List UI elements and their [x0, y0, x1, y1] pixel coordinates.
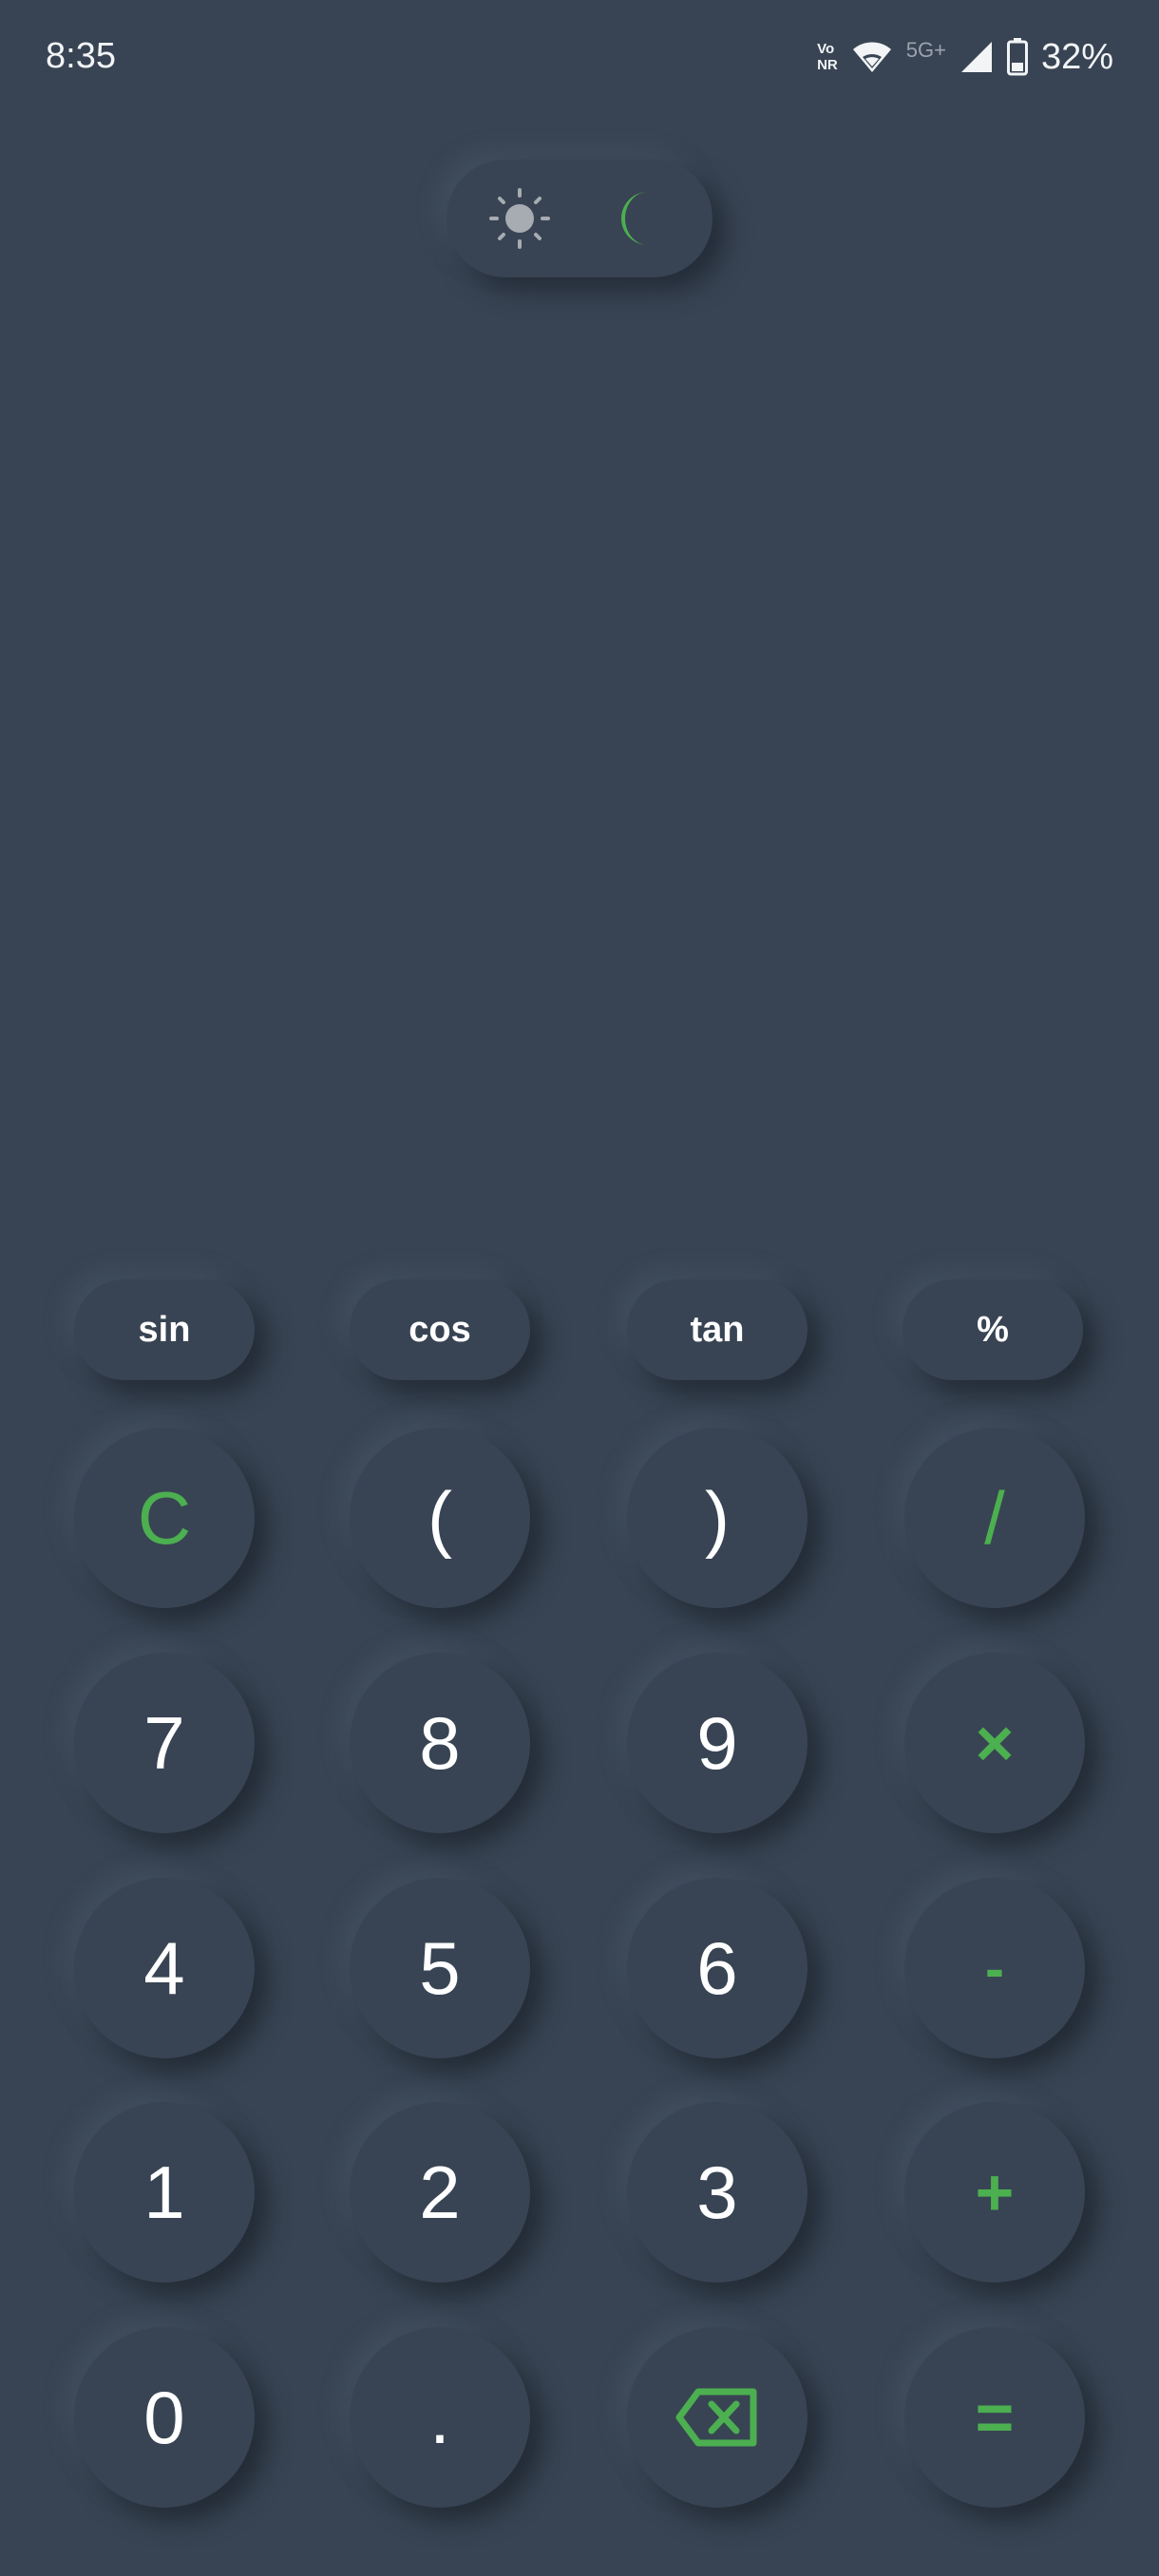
- equals-button[interactable]: =: [904, 2327, 1085, 2508]
- multiply-button[interactable]: ×: [904, 1653, 1085, 1833]
- battery-percentage: 32%: [1040, 36, 1113, 77]
- one-button[interactable]: 1: [74, 2102, 255, 2282]
- status-bar: 8:35 Vo NR 5G+ 32%: [0, 0, 1159, 114]
- four-button[interactable]: 4: [74, 1878, 255, 2058]
- volte-bottom-label: NR: [817, 57, 838, 73]
- status-time: 8:35: [46, 36, 116, 76]
- three-button[interactable]: 3: [627, 2102, 808, 2282]
- clear-button[interactable]: C: [74, 1428, 255, 1608]
- five-button[interactable]: 5: [350, 1878, 530, 2058]
- six-button[interactable]: 6: [627, 1878, 808, 2058]
- moon-icon[interactable]: [610, 188, 671, 249]
- network-type: 5G+: [905, 38, 946, 62]
- sin-button[interactable]: sin: [74, 1279, 255, 1380]
- two-button[interactable]: 2: [350, 2102, 530, 2282]
- divide-button[interactable]: /: [904, 1428, 1085, 1608]
- volte-top-label: Vo: [817, 41, 835, 57]
- backspace-icon: [675, 2388, 757, 2447]
- wifi-icon: [852, 42, 891, 72]
- signal-icon: [960, 42, 992, 72]
- battery-icon: [1006, 38, 1028, 76]
- cos-button[interactable]: cos: [350, 1279, 530, 1380]
- tan-button[interactable]: tan: [627, 1279, 808, 1380]
- seven-button[interactable]: 7: [74, 1653, 255, 1833]
- backspace-button[interactable]: [627, 2327, 808, 2508]
- open-paren-button[interactable]: (: [350, 1428, 530, 1608]
- close-paren-button[interactable]: ): [627, 1428, 808, 1608]
- eight-button[interactable]: 8: [350, 1653, 530, 1833]
- volte-icon: Vo NR: [817, 41, 838, 73]
- nine-button[interactable]: 9: [627, 1653, 808, 1833]
- add-button[interactable]: +: [904, 2102, 1085, 2282]
- theme-toggle[interactable]: [446, 160, 712, 277]
- sun-icon[interactable]: [489, 188, 550, 249]
- subtract-button[interactable]: -: [904, 1878, 1085, 2058]
- zero-button[interactable]: 0: [74, 2327, 255, 2508]
- calculator-display: [38, 323, 1121, 1216]
- percent-button[interactable]: %: [902, 1279, 1083, 1380]
- status-icons: Vo NR 5G+ 32%: [817, 28, 1113, 85]
- decimal-button[interactable]: .: [350, 2327, 530, 2508]
